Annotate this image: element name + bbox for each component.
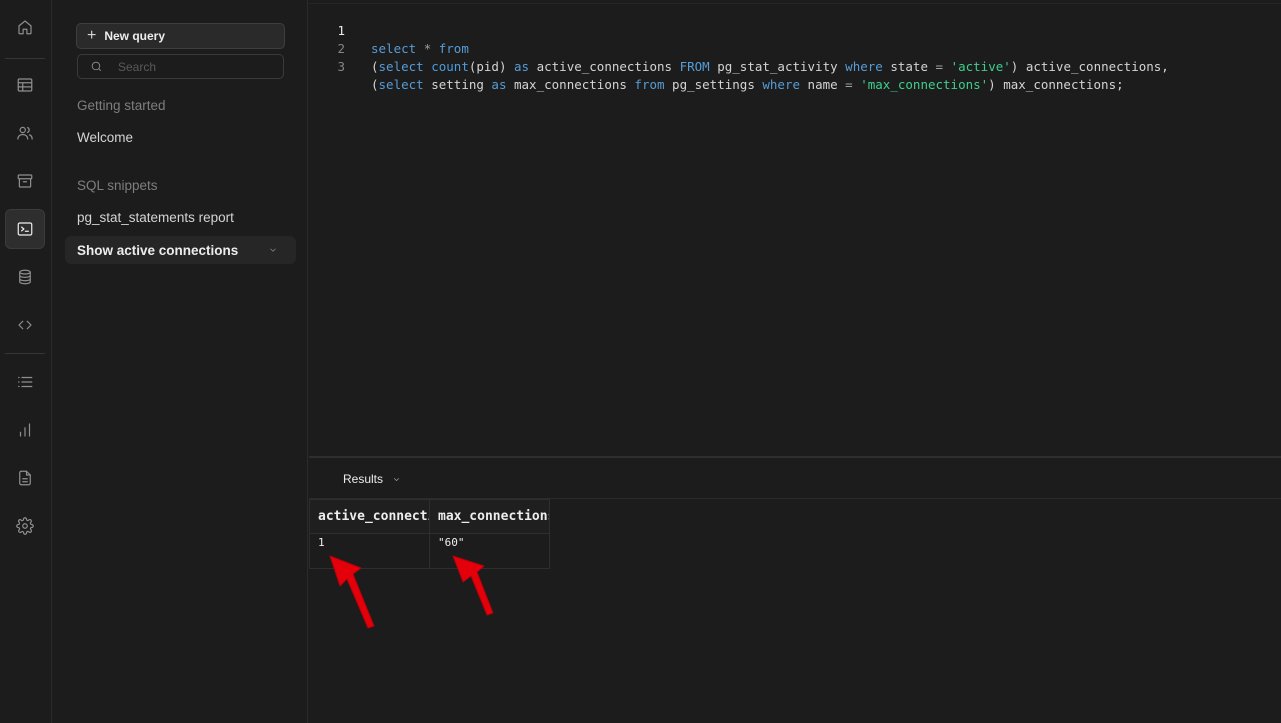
search-icon [91,61,102,72]
code-text: (select count(pid) as active_connections… [371,59,1169,74]
snippet-item-label: Show active connections [77,242,239,258]
snippet-item[interactable]: pg_stat_statements report [77,210,234,225]
sql-editor[interactable]: 1 select * from 2 (select count(pid) as … [309,0,1281,456]
code-text: select * from [371,41,469,56]
code-line: 1 select * from [309,4,468,56]
search-input[interactable] [118,59,268,74]
section-sql-snippets: SQL snippets [77,178,158,193]
snippet-item-active[interactable]: Show active connections [65,236,296,264]
annotation-arrow [329,555,375,629]
storage-icon[interactable] [5,161,45,201]
column-header[interactable]: active_connections [309,499,430,534]
list-icon[interactable] [5,362,45,402]
code-icon[interactable] [5,305,45,345]
code-text: (select setting as max_connections from … [371,77,1124,92]
line-number: 3 [337,59,345,74]
results-toolbar: Results [309,456,1281,499]
arrow-shape [452,555,494,616]
reports-icon[interactable] [5,410,45,450]
table-editor-icon[interactable] [5,65,45,105]
new-query-label: New query [104,29,166,43]
results-tab[interactable]: Results [343,472,401,486]
home-icon[interactable] [5,7,45,47]
chevron-down-icon[interactable] [268,243,280,255]
new-query-button[interactable]: + New query [76,23,285,49]
plus-icon: + [87,27,97,44]
database-icon[interactable] [5,257,45,297]
section-getting-started: Getting started [77,98,166,113]
chevron-down-icon [394,477,399,481]
editor-divider [309,3,1281,4]
settings-icon[interactable] [5,506,45,546]
results-tab-label: Results [343,472,384,486]
icon-rail [0,0,52,723]
rail-divider [5,353,45,354]
annotation-arrow [452,555,494,616]
rail-divider [5,58,45,59]
sidebar-item-welcome[interactable]: Welcome [77,130,133,145]
code-line: 2 (select count(pid) as active_connectio… [309,22,1168,74]
code-line: 3 (select setting as max_connections fro… [309,40,1123,92]
arrow-shape [329,555,375,629]
sql-sidebar: + New query Getting started Welcome SQL … [53,0,308,723]
users-icon[interactable] [5,113,45,153]
column-header[interactable]: max_connections [429,499,550,534]
header-row: active_connections max_connections [309,499,550,534]
search-box [77,54,284,79]
sql-editor-icon[interactable] [5,209,45,249]
docs-icon[interactable] [5,458,45,498]
